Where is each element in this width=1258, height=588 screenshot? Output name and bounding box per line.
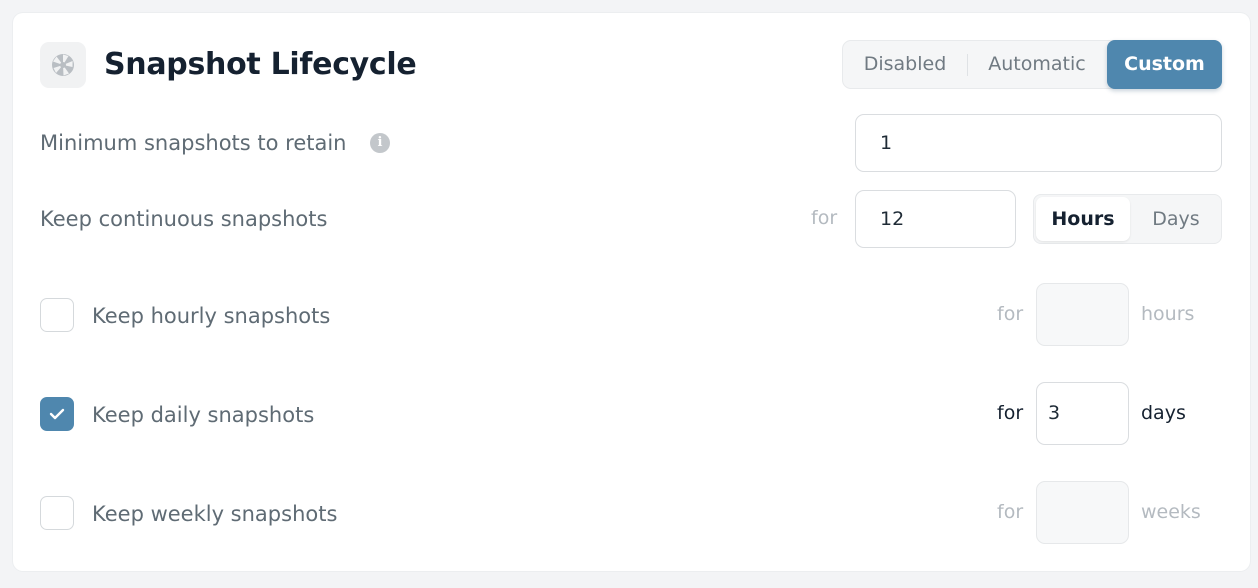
unit-days-button[interactable]: Days xyxy=(1132,197,1220,241)
hourly-checkbox[interactable] xyxy=(40,298,74,332)
daily-checkbox[interactable] xyxy=(40,397,74,431)
checkmark-icon xyxy=(49,408,65,420)
hourly-for-text: for xyxy=(997,303,1024,325)
weekly-label: Keep weekly snapshots xyxy=(92,502,338,526)
hourly-label: Keep hourly snapshots xyxy=(92,304,331,328)
aperture-icon xyxy=(40,42,86,88)
mode-custom-button[interactable]: Custom xyxy=(1107,40,1222,89)
weekly-for-text: for xyxy=(997,501,1024,523)
continuous-label: Keep continuous snapshots xyxy=(40,207,328,231)
snapshot-lifecycle-card: Snapshot Lifecycle Disabled Automatic Cu… xyxy=(13,13,1250,571)
weekly-checkbox[interactable] xyxy=(40,496,74,530)
daily-label: Keep daily snapshots xyxy=(92,403,315,427)
weekly-value-input[interactable] xyxy=(1036,481,1129,544)
page-title: Snapshot Lifecycle xyxy=(104,47,417,82)
hourly-unit-text: hours xyxy=(1141,303,1195,325)
min-retain-input[interactable]: 1 xyxy=(855,114,1222,172)
continuous-unit-selector: Hours Days xyxy=(1033,194,1222,244)
continuous-value-input[interactable]: 12 xyxy=(855,190,1016,248)
min-retain-label: Minimum snapshots to retain xyxy=(40,131,347,155)
mode-selector: Disabled Automatic Custom xyxy=(842,40,1222,89)
daily-for-text: for xyxy=(997,402,1024,424)
unit-hours-button[interactable]: Hours xyxy=(1036,197,1130,241)
hourly-value-input[interactable] xyxy=(1036,283,1129,346)
mode-disabled-button[interactable]: Disabled xyxy=(843,41,967,88)
daily-unit-text: days xyxy=(1141,402,1186,424)
continuous-for-text: for xyxy=(811,207,838,229)
mode-automatic-button[interactable]: Automatic xyxy=(968,41,1106,88)
info-icon[interactable]: i xyxy=(370,133,390,153)
weekly-unit-text: weeks xyxy=(1141,501,1201,523)
daily-value-input[interactable]: 3 xyxy=(1036,382,1129,445)
